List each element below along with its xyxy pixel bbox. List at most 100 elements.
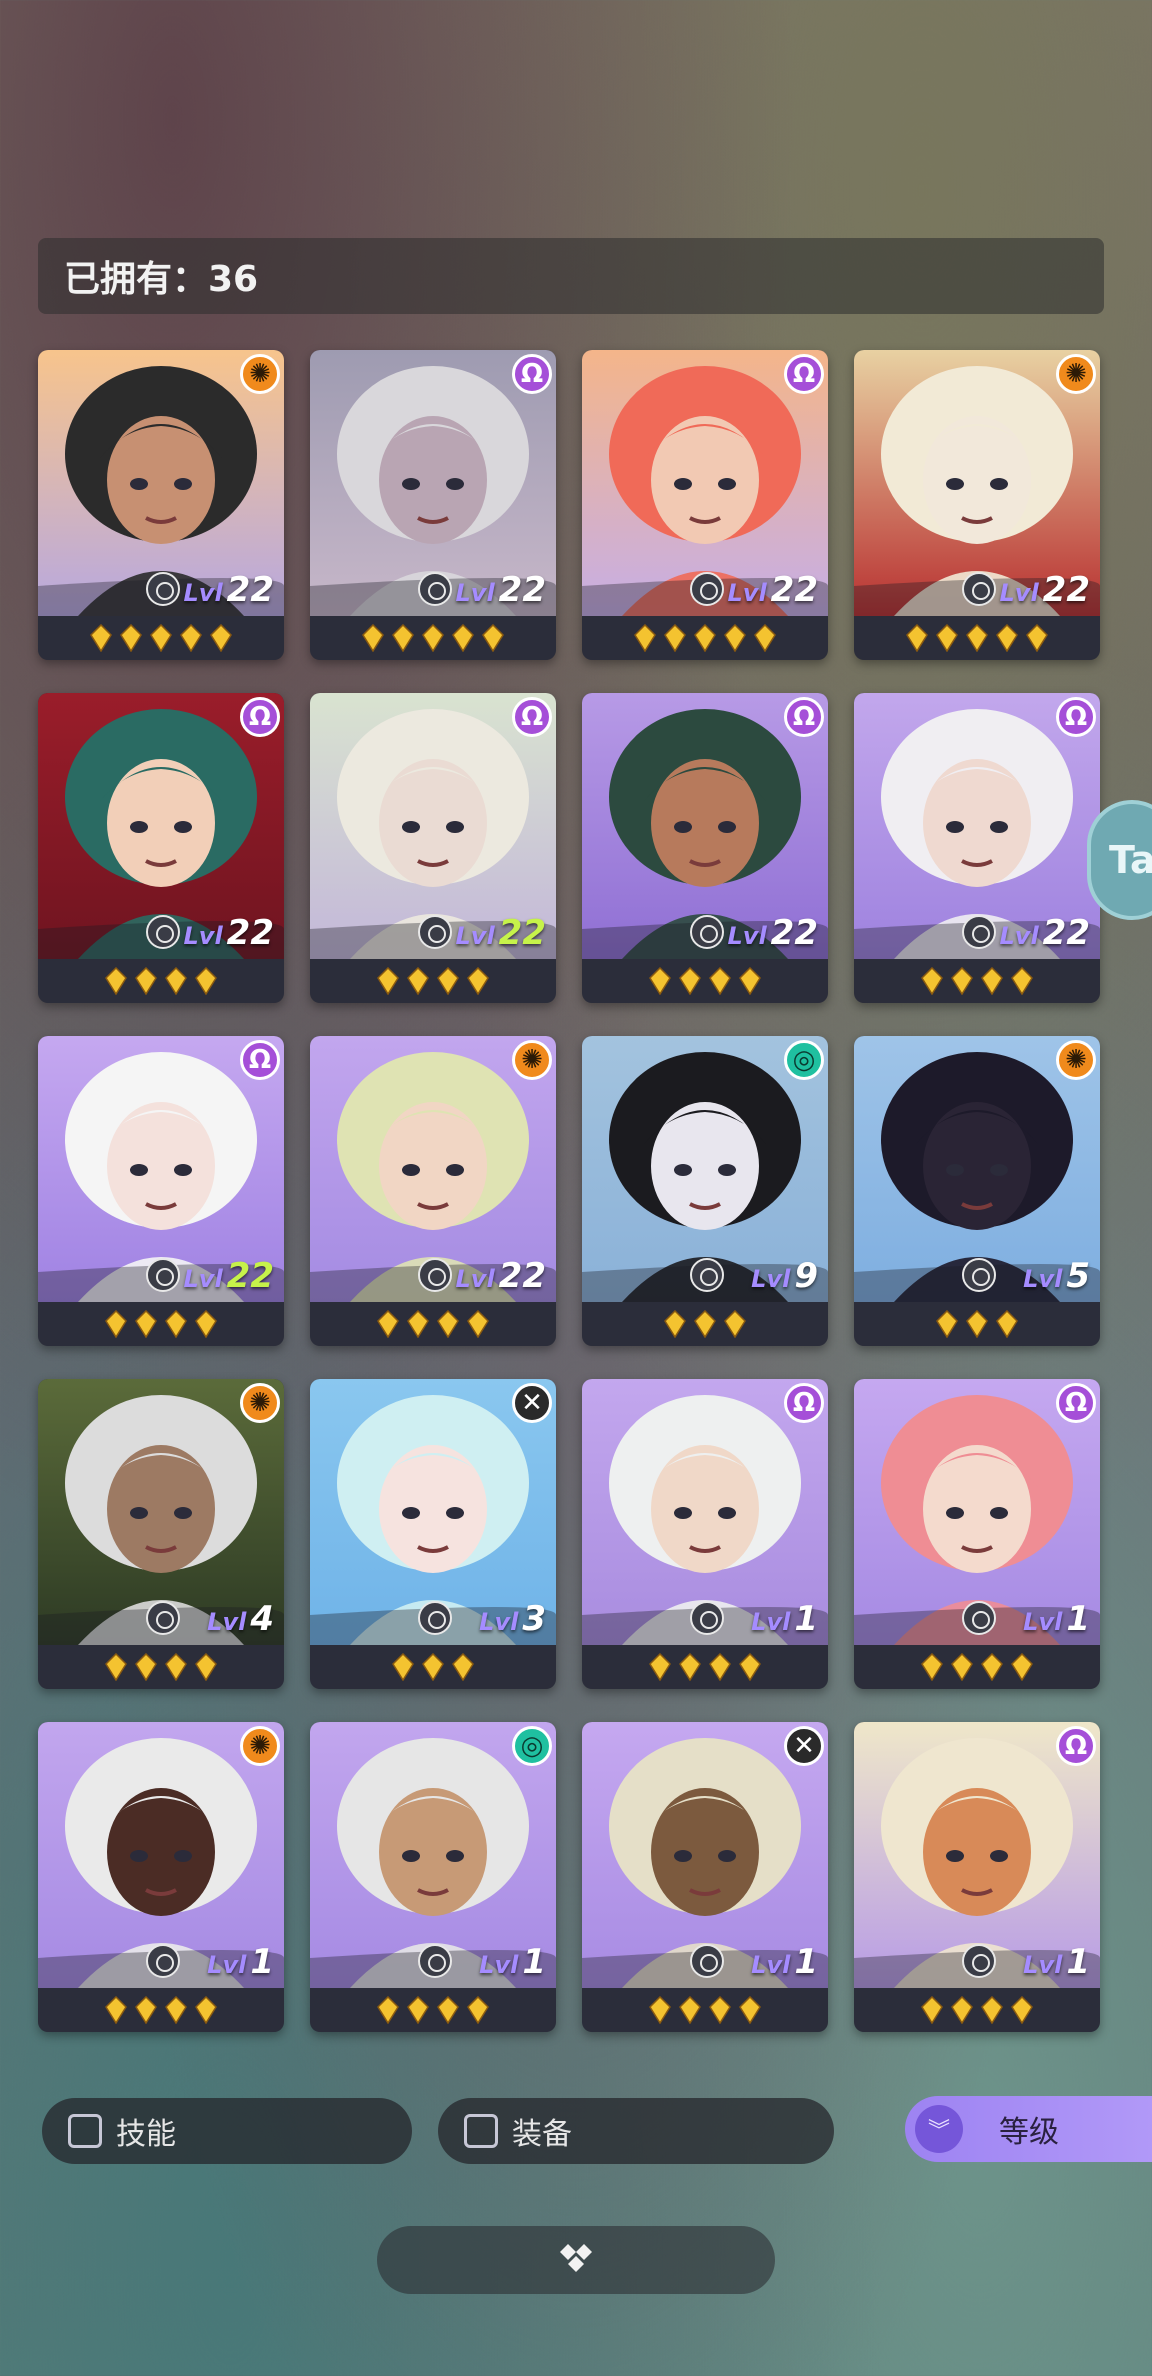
hero-card[interactable]: Ω Lvl 22 bbox=[854, 693, 1100, 1003]
level-label: Lvl bbox=[751, 1265, 791, 1293]
level-label: Lvl bbox=[751, 1951, 791, 1979]
star-rating bbox=[582, 616, 828, 660]
hero-card[interactable]: ✺ Lvl 22 bbox=[854, 350, 1100, 660]
level-value: 22 bbox=[498, 570, 546, 610]
gear-slot-icon bbox=[418, 572, 452, 606]
star-icon bbox=[195, 1996, 217, 2024]
sort-level-button[interactable]: ︾ 等级 bbox=[905, 2096, 1152, 2162]
level-label: Lvl bbox=[727, 922, 767, 950]
level-label: Lvl bbox=[183, 579, 223, 607]
hero-level: Lvl 22 bbox=[184, 570, 275, 610]
level-label: Lvl bbox=[479, 1951, 519, 1979]
star-rating bbox=[854, 616, 1100, 660]
star-icon bbox=[679, 1996, 701, 2024]
hero-card[interactable]: Ω Lvl 22 bbox=[310, 693, 556, 1003]
level-value: 22 bbox=[1042, 913, 1090, 953]
hero-level: Lvl 1 bbox=[479, 1942, 546, 1982]
hero-card[interactable]: ✺ Lvl 22 bbox=[310, 1036, 556, 1346]
equip-filter-label: 装备 bbox=[512, 2117, 572, 2152]
star-icon bbox=[180, 624, 202, 652]
star-icon bbox=[422, 624, 444, 652]
hero-card[interactable]: Ω Lvl 1 bbox=[582, 1379, 828, 1689]
star-icon bbox=[649, 967, 671, 995]
level-label: Lvl bbox=[999, 579, 1039, 607]
star-icon bbox=[467, 1996, 489, 2024]
star-icon bbox=[996, 624, 1018, 652]
collapse-bar[interactable] bbox=[377, 2226, 775, 2294]
star-rating bbox=[854, 1302, 1100, 1346]
hero-card[interactable]: Ω Lvl 22 bbox=[310, 350, 556, 660]
equip-filter-toggle[interactable]: 装备 bbox=[438, 2098, 834, 2164]
sun-faction-icon: ✺ bbox=[1056, 354, 1096, 394]
hero-card[interactable]: ◎ Lvl 1 bbox=[310, 1722, 556, 2032]
cross-faction-icon: ✕ bbox=[784, 1726, 824, 1766]
star-rating bbox=[582, 1988, 828, 2032]
hero-level: Lvl 1 bbox=[1023, 1599, 1090, 1639]
double-chevron-down-icon: ︾ bbox=[915, 2105, 963, 2153]
level-value: 22 bbox=[1042, 570, 1090, 610]
star-icon bbox=[981, 1996, 1003, 2024]
star-icon bbox=[135, 1653, 157, 1681]
owned-count-label: 已拥有：36 bbox=[64, 259, 259, 300]
level-label: Lvl bbox=[455, 1265, 495, 1293]
level-label: Lvl bbox=[183, 922, 223, 950]
wind-faction-icon: ◎ bbox=[512, 1726, 552, 1766]
star-icon bbox=[105, 1310, 127, 1338]
hero-card[interactable]: Ω Lvl 1 bbox=[854, 1379, 1100, 1689]
level-value: 4 bbox=[250, 1599, 274, 1639]
star-icon bbox=[482, 624, 504, 652]
diamond-cluster-icon bbox=[560, 2244, 592, 2272]
side-tab[interactable]: Ta bbox=[1087, 800, 1152, 920]
star-rating bbox=[38, 1645, 284, 1689]
star-icon bbox=[407, 967, 429, 995]
star-icon bbox=[709, 1996, 731, 2024]
star-rating bbox=[310, 1645, 556, 1689]
star-icon bbox=[392, 1653, 414, 1681]
hero-card[interactable]: ✕ Lvl 1 bbox=[582, 1722, 828, 2032]
level-label: Lvl bbox=[207, 1608, 247, 1636]
star-icon bbox=[135, 1996, 157, 2024]
hero-card[interactable]: ◎ Lvl 9 bbox=[582, 1036, 828, 1346]
star-icon bbox=[165, 1653, 187, 1681]
star-rating bbox=[582, 959, 828, 1003]
star-icon bbox=[951, 967, 973, 995]
star-icon bbox=[981, 967, 1003, 995]
hero-card[interactable]: Ω Lvl 22 bbox=[38, 693, 284, 1003]
star-icon bbox=[437, 967, 459, 995]
hero-level: Lvl 22 bbox=[456, 570, 547, 610]
gear-slot-icon bbox=[146, 1944, 180, 1978]
skill-checkbox[interactable] bbox=[68, 2114, 102, 2148]
star-icon bbox=[377, 1310, 399, 1338]
star-icon bbox=[679, 1653, 701, 1681]
hero-card[interactable]: ✕ Lvl 3 bbox=[310, 1379, 556, 1689]
mage-faction-icon: Ω bbox=[784, 354, 824, 394]
hero-level: Lvl 22 bbox=[1000, 913, 1091, 953]
hero-level: Lvl 9 bbox=[751, 1256, 818, 1296]
level-label: Lvl bbox=[999, 922, 1039, 950]
level-value: 22 bbox=[226, 913, 274, 953]
hero-card[interactable]: ✺ Lvl 5 bbox=[854, 1036, 1100, 1346]
star-icon bbox=[437, 1310, 459, 1338]
star-icon bbox=[936, 624, 958, 652]
level-label: Lvl bbox=[183, 1265, 223, 1293]
star-rating bbox=[854, 1988, 1100, 2032]
star-icon bbox=[452, 1653, 474, 1681]
star-icon bbox=[754, 624, 776, 652]
hero-card[interactable]: ✺ Lvl 22 bbox=[38, 350, 284, 660]
equip-checkbox[interactable] bbox=[464, 2114, 498, 2148]
star-icon bbox=[467, 1310, 489, 1338]
hero-card[interactable]: Ω Lvl 22 bbox=[38, 1036, 284, 1346]
hero-card[interactable]: Ω Lvl 22 bbox=[582, 693, 828, 1003]
star-icon bbox=[634, 624, 656, 652]
hero-level: Lvl 22 bbox=[728, 570, 819, 610]
hero-card[interactable]: Ω Lvl 1 bbox=[854, 1722, 1100, 2032]
hero-card[interactable]: ✺ Lvl 4 bbox=[38, 1379, 284, 1689]
level-value: 1 bbox=[1066, 1942, 1090, 1982]
hero-card[interactable]: ✺ Lvl 1 bbox=[38, 1722, 284, 2032]
wind-faction-icon: ◎ bbox=[784, 1040, 824, 1080]
hero-card[interactable]: Ω Lvl 22 bbox=[582, 350, 828, 660]
sun-faction-icon: ✺ bbox=[240, 1726, 280, 1766]
skill-filter-toggle[interactable]: 技能 bbox=[42, 2098, 412, 2164]
star-icon bbox=[709, 1653, 731, 1681]
star-icon bbox=[664, 624, 686, 652]
